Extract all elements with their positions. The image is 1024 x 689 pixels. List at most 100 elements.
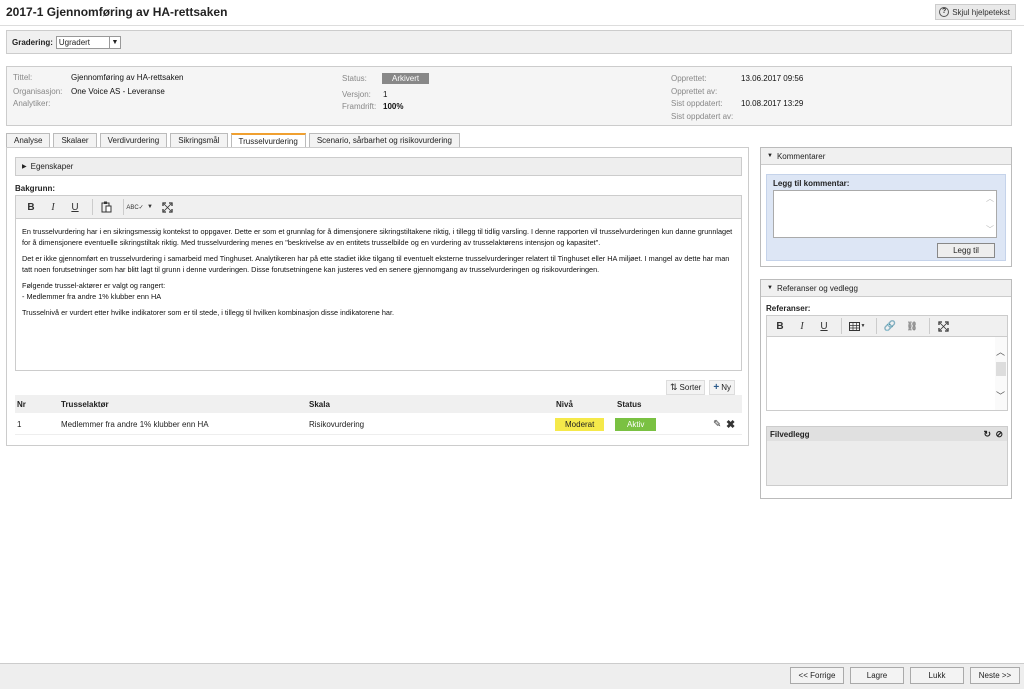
column-header: Skala <box>309 399 330 409</box>
editor-line: Følgende trussel-aktører er valgt og ran… <box>22 281 166 290</box>
title-label: Tittel: <box>13 73 33 82</box>
toolbar-divider <box>123 199 124 215</box>
toolbar-divider <box>876 318 877 334</box>
bold-icon[interactable]: B <box>771 317 789 335</box>
title-value: Gjennomføring av HA-rettsaken <box>71 73 184 82</box>
updated-by-label: Sist oppdatert av: <box>671 112 734 121</box>
column-header: Trusselaktør <box>61 399 109 409</box>
properties-label: Egenskaper <box>30 162 74 171</box>
comments-header[interactable]: ▼ Kommentarer <box>761 148 1011 165</box>
grading-bar: Gradering: Ugradert ▼ <box>6 30 1012 54</box>
references-toolbar: B I U ▼ 🔗 ⛓ <box>766 315 1008 337</box>
status-label: Status: <box>342 74 367 83</box>
analyst-label: Analytiker: <box>13 99 51 108</box>
editor-line: - Medlemmer fra andre 1% klubber enn HA <box>22 291 162 301</box>
editor-paragraph: Trusselnivå er vurdert etter hvilke indi… <box>22 308 395 317</box>
version-label: Versjon: <box>342 90 371 99</box>
row-threat-actor: Medlemmer fra andre 1% klubber enn HA <box>61 420 209 429</box>
tab-trusselvurdering[interactable]: Trusselvurdering <box>230 133 306 148</box>
file-attachments: Filvedlegg ↻ ⊘ <box>766 426 1008 486</box>
version-value: 1 <box>383 90 388 99</box>
editor-paragraph: En trusselvurdering har i en sikringsmes… <box>22 227 733 247</box>
comments-title: Kommentarer <box>776 151 826 161</box>
add-comment-label: Legg til kommentar: <box>773 179 850 188</box>
fullscreen-icon[interactable] <box>934 317 952 335</box>
table-icon[interactable]: ▼ <box>846 317 868 335</box>
new-button[interactable]: + Ny <box>709 380 735 395</box>
comment-textarea[interactable]: ︿ ﹀ <box>773 190 997 238</box>
spellcheck-icon[interactable]: ABC✓ <box>126 198 143 216</box>
question-icon: ? <box>939 7 950 17</box>
file-attachments-header: Filvedlegg ↻ ⊘ <box>767 427 1007 441</box>
tab-skalaer[interactable]: Skalaer <box>53 133 97 147</box>
updated-label: Sist oppdatert: <box>671 99 723 108</box>
italic-icon[interactable]: I <box>44 198 62 216</box>
properties-toggle[interactable]: ▶ Egenskaper <box>15 157 742 176</box>
references-editor[interactable]: ︿ ﹀ <box>766 337 1008 411</box>
underline-icon[interactable]: U <box>815 317 833 335</box>
organisation-value: One Voice AS - Leveranse <box>71 87 165 96</box>
list-tools: ⇅ Sorter + Ny <box>666 380 735 395</box>
tab-scenario[interactable]: Scenario, sårbarhet og risikovurdering <box>308 133 460 147</box>
editor-toolbar: B I U ABC✓ ▼ <box>15 195 742 219</box>
paperclip-icon[interactable]: ⊘ <box>995 429 1003 440</box>
paste-icon[interactable] <box>97 198 115 216</box>
progress-label: Framdrift: <box>342 102 377 111</box>
underline-icon[interactable]: U <box>66 198 84 216</box>
tab-sikringsmal[interactable]: Sikringsmål <box>170 133 228 147</box>
close-button[interactable]: Lukk <box>910 667 964 684</box>
help-toggle-button[interactable]: ? Skjul hjelpetekst <box>935 4 1016 20</box>
plus-icon: + <box>713 382 720 393</box>
toolbar-divider <box>92 199 93 215</box>
caret-down-icon: ▼ <box>767 285 773 291</box>
delete-icon[interactable]: ✖ <box>726 418 735 431</box>
status-badge: Aktiv <box>615 418 657 431</box>
created-value: 13.06.2017 09:56 <box>741 74 804 83</box>
scroll-down-icon[interactable]: ﹀ <box>996 389 1005 402</box>
tab-bar: Analyse Skalaer Verdivurdering Sikringsm… <box>6 133 463 148</box>
grading-label: Gradering: <box>12 37 53 47</box>
grading-select[interactable]: Ugradert ▼ <box>55 35 121 49</box>
toolbar-divider <box>929 318 930 334</box>
status-badge: Arkivert <box>382 73 430 84</box>
fullscreen-icon[interactable] <box>158 198 176 216</box>
save-button[interactable]: Lagre <box>850 667 904 684</box>
toolbar-divider <box>841 318 842 334</box>
tab-verdivurdering[interactable]: Verdivurdering <box>99 133 168 147</box>
organisation-label: Organisasjon: <box>13 87 63 96</box>
background-editor[interactable]: En trusselvurdering har i en sikringsmes… <box>15 219 742 371</box>
editor-paragraph: Det er ikke gjennomført en trusselvurder… <box>22 254 730 274</box>
scroll-thumb[interactable] <box>996 362 1006 376</box>
scroll-up-icon[interactable]: ︿ <box>986 193 994 204</box>
chevron-down-icon: ▼ <box>108 36 120 48</box>
sort-icon: ⇅ <box>670 382 678 392</box>
page-title: 2017-1 Gjennomføring av HA-rettsaken <box>6 5 228 19</box>
add-comment-button[interactable]: Legg til <box>937 243 995 258</box>
sort-button[interactable]: ⇅ Sorter <box>666 380 706 395</box>
updated-value: 10.08.2017 13:29 <box>741 99 804 108</box>
previous-button[interactable]: << Forrige <box>790 667 844 684</box>
comments-panel: ▼ Kommentarer Legg til kommentar: ︿ ﹀ Le… <box>760 147 1012 267</box>
refresh-icon[interactable]: ↻ <box>983 429 991 440</box>
scroll-down-icon[interactable]: ﹀ <box>986 224 994 235</box>
progress-value: 100% <box>383 102 404 111</box>
caret-down-icon: ▼ <box>767 153 773 159</box>
scroll-up-icon[interactable]: ︿ <box>996 345 1005 358</box>
bold-icon[interactable]: B <box>22 198 40 216</box>
column-header: Status <box>617 399 642 409</box>
chevron-down-icon[interactable]: ▼ <box>146 198 154 216</box>
column-header: Nr <box>17 399 26 409</box>
unlink-icon[interactable]: ⛓ <box>903 317 921 335</box>
link-icon[interactable]: 🔗 <box>881 317 899 335</box>
created-by-label: Opprettet av: <box>671 87 718 96</box>
table-header: Nr Trusselaktør Skala Nivå Status <box>15 395 742 413</box>
italic-icon[interactable]: I <box>793 317 811 335</box>
table-row[interactable]: 1 Medlemmer fra andre 1% klubber enn HA … <box>15 415 742 435</box>
references-label: Referanser: <box>766 304 811 313</box>
tab-analyse[interactable]: Analyse <box>6 133 51 147</box>
scrollbar[interactable]: ︿ ﹀ <box>995 337 1007 410</box>
references-header[interactable]: ▼ Referanser og vedlegg <box>761 280 1011 297</box>
next-button[interactable]: Neste >> <box>970 667 1020 684</box>
help-toggle-label: Skjul hjelpetekst <box>952 7 1010 17</box>
edit-icon[interactable]: ✎ <box>713 419 721 430</box>
